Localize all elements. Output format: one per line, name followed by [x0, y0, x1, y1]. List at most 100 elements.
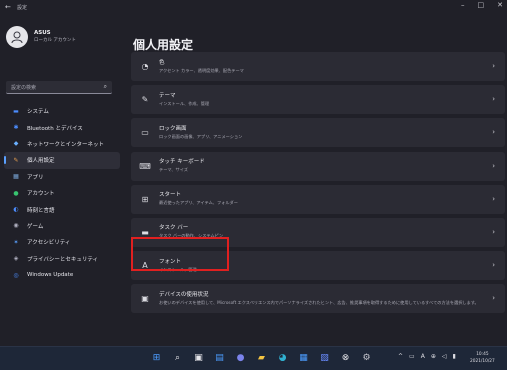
- bluetooth-icon: ✱: [13, 124, 19, 132]
- sidebar-item[interactable]: ◎ Windows Update: [4, 267, 120, 283]
- settings-icon[interactable]: ⚙: [360, 351, 373, 364]
- window-controls: – □ ✕: [461, 1, 503, 9]
- chat-icon[interactable]: ●: [234, 351, 247, 364]
- device-usage-icon: ▣: [141, 294, 149, 304]
- settings-card[interactable]: ⊞ スタート 最近使ったアプリ、アイテム、フォルダー ›: [131, 184, 505, 214]
- sidebar-item[interactable]: ● アカウント: [4, 185, 120, 201]
- display-icon[interactable]: ▭: [409, 353, 415, 360]
- settings-card[interactable]: ◔ 色アクセント カラー、透明度効果、配色テーマ ›: [131, 52, 505, 81]
- palette-icon: ◔: [141, 62, 149, 71]
- card-description: テーマ、サイズ: [159, 167, 188, 173]
- widgets-icon[interactable]: ▤: [213, 351, 226, 364]
- keyboard-icon: ⌨: [139, 161, 151, 171]
- start-icon[interactable]: ⊞: [150, 351, 163, 364]
- card-title: ロック画面: [159, 125, 187, 132]
- shield-icon: ◈: [13, 255, 19, 263]
- sidebar-item-label: 時刻と言語: [27, 207, 55, 214]
- sidebar-item-label: ネットワークとインターネット: [27, 141, 105, 148]
- brush-icon: ✎: [13, 156, 19, 164]
- xbox-icon[interactable]: ⊗: [339, 351, 352, 364]
- close-button[interactable]: ✕: [497, 1, 503, 9]
- sidebar-item-label: アクセシビリティ: [27, 240, 71, 247]
- page-title: 個人用設定: [133, 38, 194, 52]
- explorer-icon[interactable]: ▰: [255, 351, 268, 364]
- maximize-button[interactable]: □: [478, 1, 485, 9]
- apps-icon: ▦: [13, 173, 19, 181]
- back-button[interactable]: ←: [5, 3, 15, 11]
- settings-card[interactable]: ✎ テーマ インストール、作成、管理 ›: [131, 85, 505, 115]
- title-bar: ← 設定 – □ ✕: [0, 0, 507, 14]
- photos-icon[interactable]: ▧: [318, 351, 331, 364]
- card-title: タスク バー: [159, 225, 189, 232]
- sidebar-item[interactable]: ▦ アプリ: [4, 169, 120, 185]
- card-description: インストール、作成、管理: [159, 100, 210, 106]
- network-icon[interactable]: ⊕: [431, 353, 436, 360]
- card-description: アクセント カラー、透明度効果、配色テーマ: [159, 67, 244, 73]
- account-icon: ●: [13, 189, 19, 197]
- sidebar-item-label: 個人用設定: [27, 158, 55, 165]
- battery-icon[interactable]: ▮: [452, 353, 455, 360]
- card-title: テーマ: [159, 92, 176, 99]
- theme-brush-icon: ✎: [141, 95, 149, 105]
- sidebar-item[interactable]: ▬ システム: [4, 103, 120, 119]
- search-icon[interactable]: ⌕: [171, 351, 184, 364]
- lock-screen-icon: ▭: [141, 128, 149, 138]
- settings-card[interactable]: ▣ デバイスの使用状況 お使いのデバイスを使用して、Microsoft エクスペリエ…: [131, 284, 505, 314]
- sidebar-item[interactable]: ◉ ゲーム: [4, 218, 120, 234]
- sidebar-item[interactable]: ✱ Bluetooth とデバイス: [4, 119, 120, 135]
- settings-list: ◔ 色アクセント カラー、透明度効果、配色テーマ › ✎ テーマ インストール、作成、管理…: [131, 52, 505, 318]
- sidebar-item-label: ゲーム: [27, 223, 44, 230]
- clock-time: 10:45: [476, 352, 489, 357]
- settings-card[interactable]: ⌨ タッチ キーボード テーマ、サイズ ›: [131, 151, 505, 181]
- store-icon[interactable]: ▦: [297, 351, 310, 364]
- chevron-right-icon: ›: [492, 261, 495, 270]
- card-description: 最近使ったアプリ、アイテム、フォルダー: [159, 200, 238, 206]
- update-icon: ◎: [13, 271, 19, 279]
- chevron-right-icon: ›: [492, 62, 495, 70]
- user-name: ASUS: [34, 30, 51, 36]
- search-placeholder: 設定の検索: [11, 84, 37, 91]
- settings-window: ← 設定 – □ ✕ ASUS ローカル アカウント 設定の検索 ⌕ ▬ システム…: [0, 0, 507, 346]
- accessibility-icon: ✶: [13, 238, 19, 246]
- minimize-button[interactable]: –: [461, 1, 465, 9]
- network-icon: ◆: [13, 140, 19, 148]
- clock-globe-icon: ◐: [13, 206, 19, 214]
- highlight-box: [131, 237, 229, 271]
- sidebar-item[interactable]: ◐ 時刻と言語: [4, 201, 120, 217]
- chevron-right-icon: ›: [492, 194, 495, 203]
- card-title: スタート: [159, 192, 182, 199]
- card-title: タッチ キーボード: [159, 159, 205, 166]
- sidebar-item-label: Bluetooth とデバイス: [27, 125, 83, 132]
- system-tray: ^ ▭ A ⊕ ◁ ▮: [398, 353, 456, 360]
- user-icon: [11, 31, 23, 44]
- sidebar-item[interactable]: ✎ 個人用設定: [4, 152, 120, 169]
- start-icon: ⊞: [141, 194, 149, 204]
- sidebar-item[interactable]: ◆ ネットワークとインターネット: [4, 136, 120, 152]
- card-description: ロック画面の画像、アプリ、アニメーション: [159, 133, 243, 139]
- settings-card[interactable]: ▭ ロック画面 ロック画面の画像、アプリ、アニメーション ›: [131, 118, 505, 148]
- avatar: [6, 26, 28, 48]
- taskbar-apps: ⊞ ⌕ ▣ ▤ ● ▰ ◕ ▦ ▧ ⊗ ⚙: [150, 351, 373, 364]
- sidebar-item-label: プライバシーとセキュリティ: [27, 256, 99, 263]
- search-input[interactable]: 設定の検索 ⌕: [6, 81, 112, 94]
- card-description: お使いのデバイスを使用して、Microsoft エクスペリエンス内でパーソナライ…: [159, 299, 479, 305]
- chevron-right-icon: ›: [492, 95, 495, 104]
- card-title: デバイスの使用状況: [159, 291, 209, 298]
- chevron-right-icon: ›: [492, 227, 495, 236]
- sidebar-item[interactable]: ◈ プライバシーとセキュリティ: [4, 251, 120, 267]
- ime-icon[interactable]: A: [421, 353, 425, 360]
- edge-icon[interactable]: ◕: [276, 351, 289, 364]
- window-title: 設定: [17, 4, 28, 11]
- chevron-right-icon: ›: [492, 294, 495, 303]
- clock[interactable]: 10:45 2021/10/27: [470, 351, 495, 365]
- user-profile[interactable]: ASUS ローカル アカウント: [6, 26, 76, 48]
- chevron-up-icon[interactable]: ^: [398, 353, 403, 360]
- system-icon: ▬: [13, 107, 19, 115]
- task-view-icon[interactable]: ▣: [192, 351, 205, 364]
- sidebar-item-label: アカウント: [27, 191, 55, 198]
- card-title: 色: [159, 59, 165, 66]
- sidebar-item[interactable]: ✶ アクセシビリティ: [4, 234, 120, 250]
- game-icon: ◉: [13, 222, 19, 230]
- sidebar-item-label: アプリ: [27, 174, 44, 181]
- volume-icon[interactable]: ◁: [442, 353, 447, 360]
